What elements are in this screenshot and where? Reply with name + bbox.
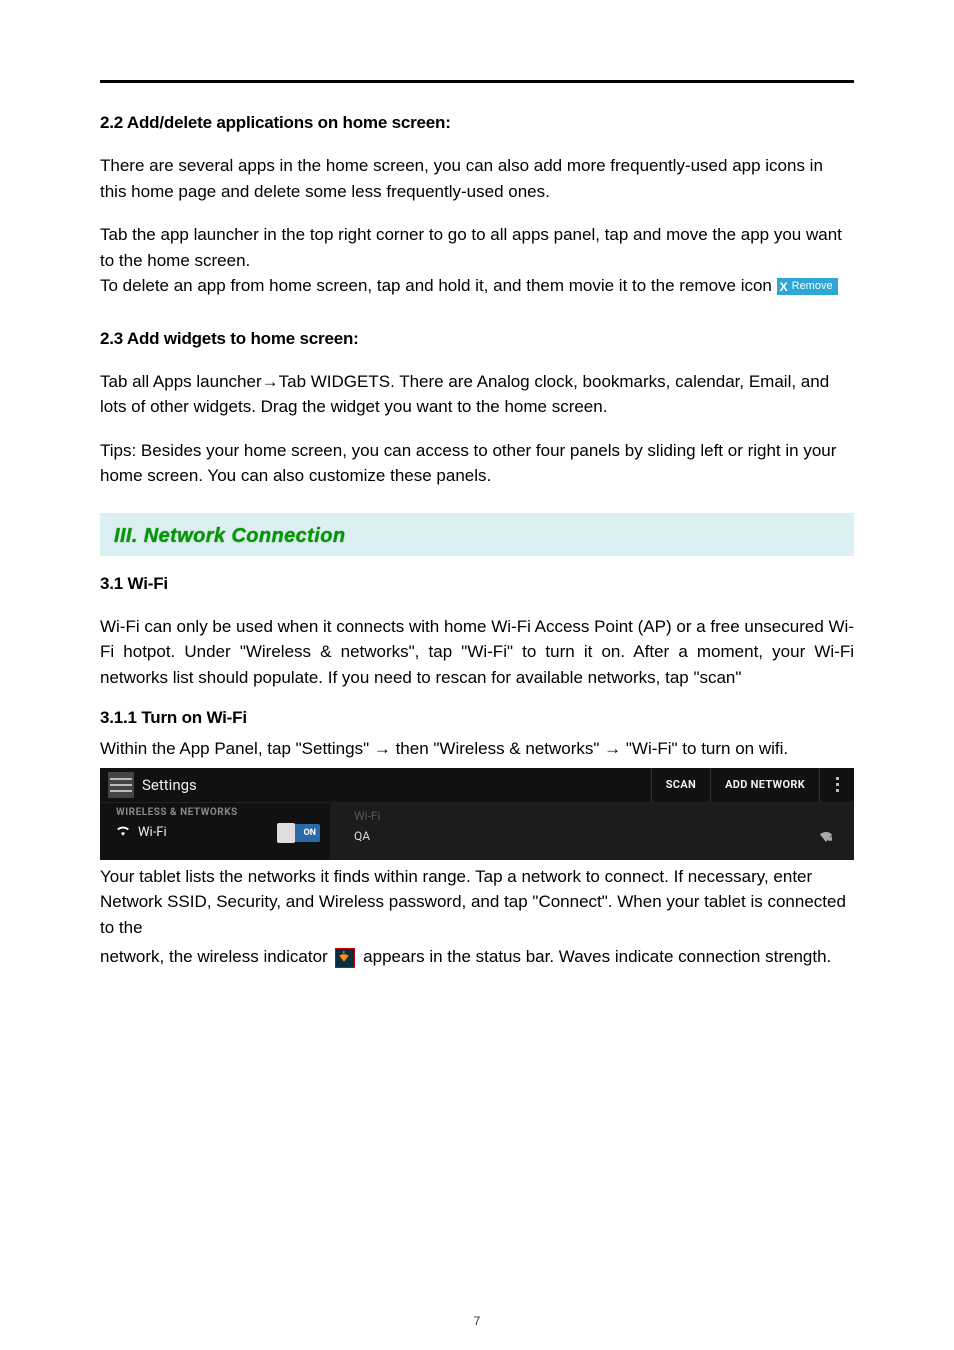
paragraph: network, the wireless indicator appears … <box>100 944 854 970</box>
settings-left-panel: WIRELESS & NETWORKS Wi-Fi ON <box>100 803 330 860</box>
remove-chip-label: Remove <box>792 281 833 292</box>
wifi-panel-header: Wi-Fi <box>354 809 834 823</box>
wifi-label: Wi-Fi <box>138 825 167 840</box>
close-x-icon: X <box>780 281 788 293</box>
remove-chip: X Remove <box>777 278 838 295</box>
heading-3-1: 3.1 Wi-Fi <box>100 574 854 594</box>
wifi-network-row[interactable]: QA <box>354 829 834 843</box>
settings-sliders-icon <box>108 772 134 798</box>
overflow-menu-icon[interactable] <box>819 768 854 802</box>
settings-title: Settings <box>142 776 197 794</box>
settings-right-panel: Wi-Fi QA <box>330 803 854 860</box>
settings-topbar: Settings SCAN ADD NETWORK <box>100 768 854 803</box>
paragraph-text: network, the wireless indicator <box>100 947 332 966</box>
heading-2-3: 2.3 Add widgets to home screen: <box>100 329 854 349</box>
paragraph: Tips: Besides your home screen, you can … <box>100 438 854 489</box>
paragraph: To delete an app from home screen, tap a… <box>100 273 854 299</box>
wireless-networks-header: WIRELESS & NETWORKS <box>116 807 330 818</box>
wifi-status-icon <box>335 948 355 968</box>
horizontal-rule <box>100 80 854 83</box>
settings-screenshot: Settings SCAN ADD NETWORK WIRELESS & NET… <box>100 768 854 860</box>
heading-2-2: 2.2 Add/delete applications on home scre… <box>100 113 854 133</box>
paragraph-text: appears in the status bar. Waves indicat… <box>363 947 831 966</box>
add-network-button[interactable]: ADD NETWORK <box>710 768 819 802</box>
wifi-signal-lock-icon <box>818 830 834 842</box>
wifi-icon <box>116 825 130 840</box>
paragraph: Tab all Apps launcher→Tab WIDGETS. There… <box>100 369 854 420</box>
paragraph: Wi-Fi can only be used when it connects … <box>100 614 854 691</box>
sidebar-item-wifi[interactable]: Wi-Fi ON <box>116 824 330 842</box>
wifi-network-name: QA <box>354 829 370 843</box>
paragraph: There are several apps in the home scree… <box>100 153 854 204</box>
section-band: III. Network Connection <box>100 513 854 556</box>
section-band-title: III. Network Connection <box>114 525 840 548</box>
paragraph: Tab the app launcher in the top right co… <box>100 222 854 273</box>
page-number: 7 <box>0 1314 954 1328</box>
heading-3-1-1: 3.1.1 Turn on Wi-Fi <box>100 708 854 728</box>
paragraph-text: To delete an app from home screen, tap a… <box>100 276 777 295</box>
scan-button[interactable]: SCAN <box>651 768 710 802</box>
wifi-toggle[interactable]: ON <box>278 824 320 842</box>
paragraph: Within the App Panel, tap "Settings" → t… <box>100 736 854 762</box>
paragraph: Your tablet lists the networks it finds … <box>100 864 854 941</box>
